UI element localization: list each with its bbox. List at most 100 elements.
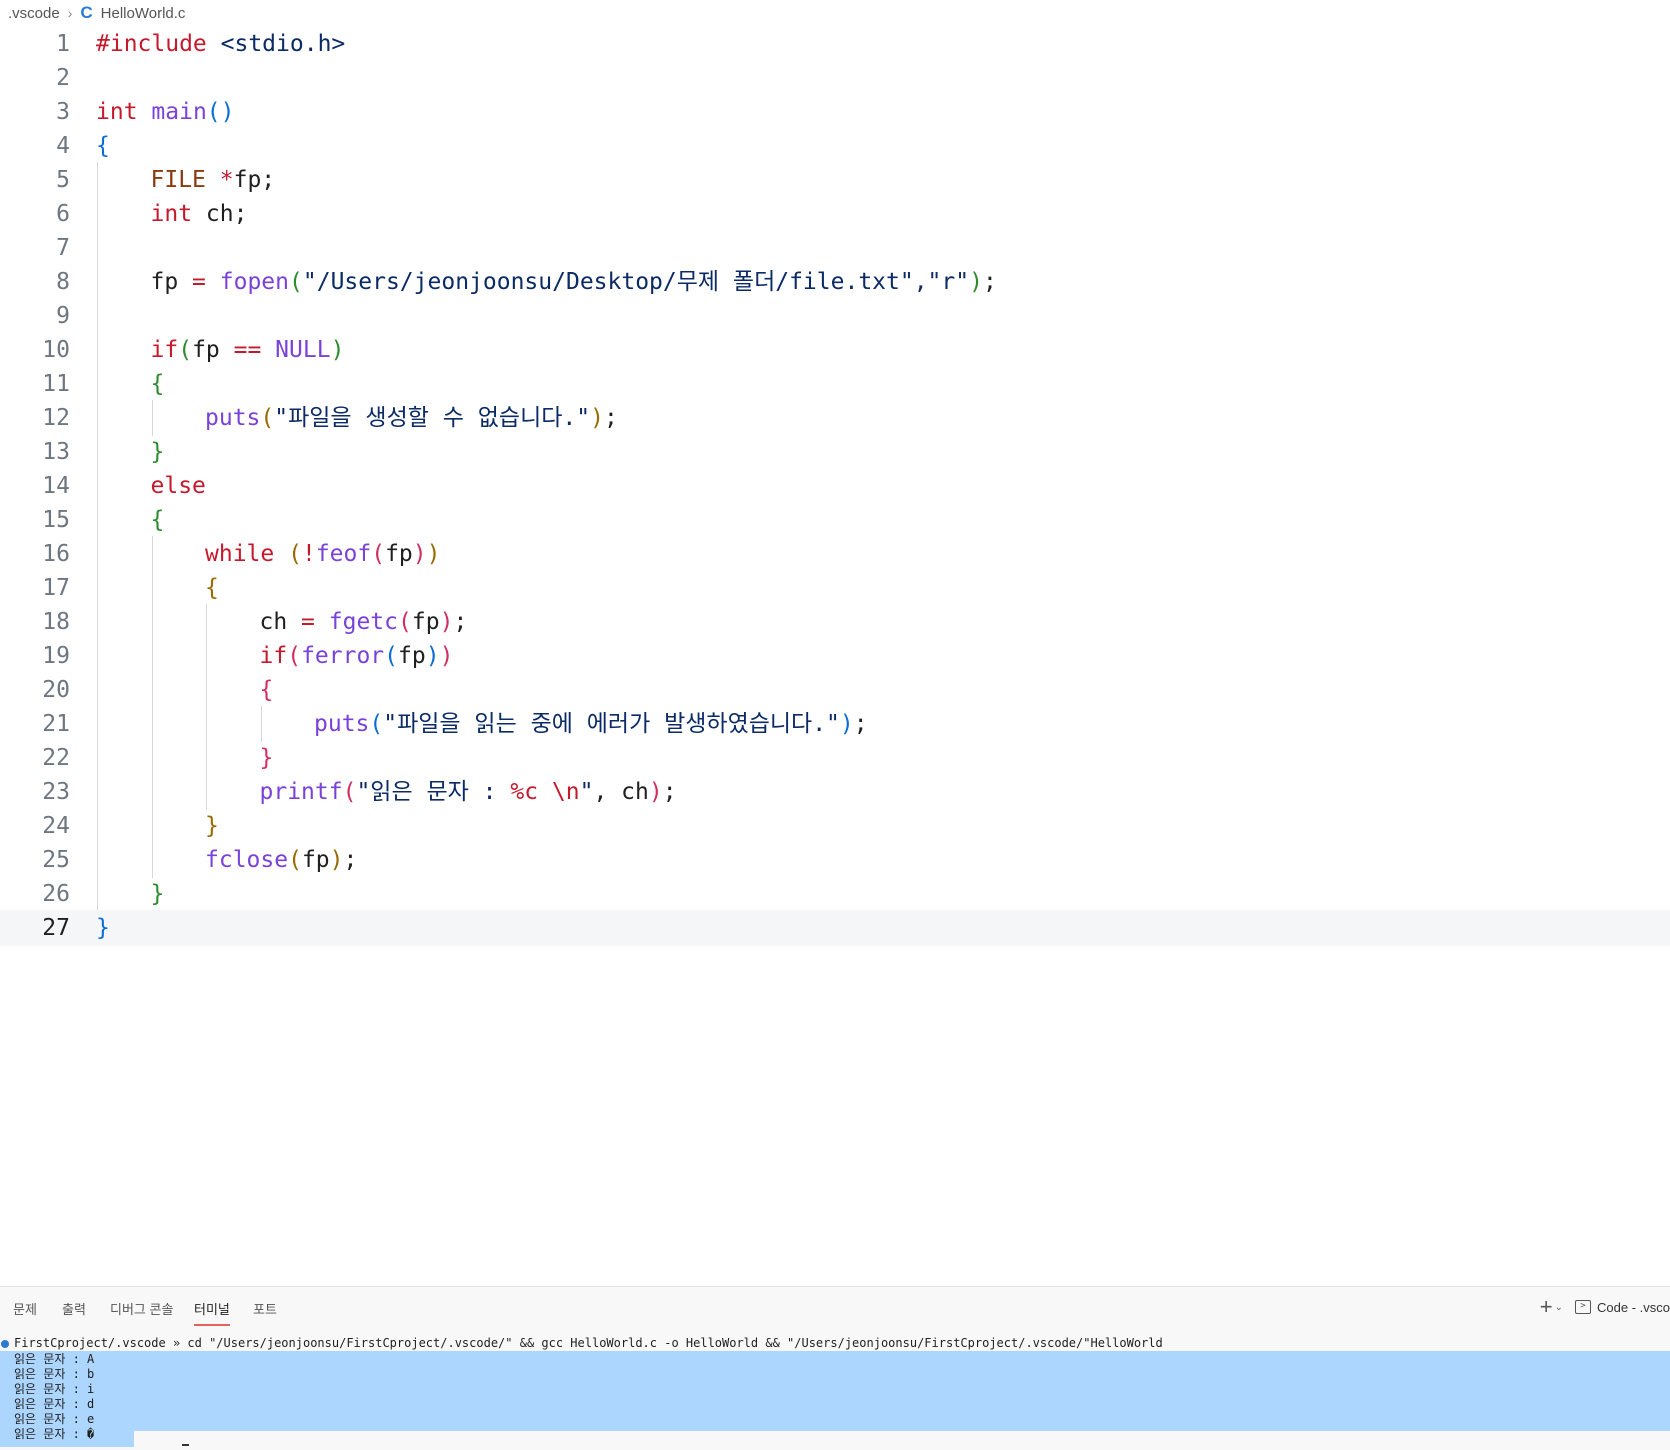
code-text: { (96, 128, 110, 164)
indent-guide (97, 434, 98, 470)
indent-guide (206, 706, 207, 742)
code-line[interactable]: 27} (0, 910, 1670, 946)
code-line[interactable]: 9 (0, 298, 1670, 334)
terminal-instance-label[interactable]: Code - .vsco (1597, 1300, 1670, 1315)
code-token: ) (329, 847, 344, 873)
indent-guide (97, 876, 98, 912)
code-token: ferror (301, 643, 385, 669)
code-text: { (205, 570, 219, 606)
indent-guide (151, 604, 153, 640)
code-token: ( (288, 541, 302, 567)
terminal-cursor (182, 1444, 189, 1446)
indent-guide (97, 536, 98, 572)
code-token: ; (603, 405, 618, 431)
code-line[interactable]: 12 puts("파일을 생성할 수 없습니다."); (0, 400, 1670, 436)
code-line[interactable]: 24} (0, 808, 1670, 844)
indent-guide (97, 162, 98, 198)
code-line[interactable]: 21 puts("파일을 읽는 중에 에러가 발생하였습니다."); (0, 706, 1670, 742)
code-line[interactable]: 5 FILE *fp; (0, 162, 1670, 198)
tab-problems[interactable]: 문제 (13, 1299, 37, 1324)
tab-output[interactable]: 출력 (62, 1299, 86, 1324)
indent-guide (97, 604, 98, 640)
code-token: ) (330, 337, 345, 363)
code-line[interactable]: 6 int ch; (0, 196, 1670, 232)
line-number: 20 (42, 677, 70, 703)
chevron-down-icon[interactable]: ⌄ (1555, 1302, 1563, 1313)
tab-terminal[interactable]: 터미널 (194, 1299, 230, 1326)
code-token: NULL (275, 337, 331, 363)
indent-guide (151, 808, 153, 844)
code-token: " (579, 779, 594, 805)
indent-guide (97, 570, 98, 606)
code-line[interactable]: 26} (0, 876, 1670, 912)
code-token: ) (590, 405, 604, 431)
code-line[interactable]: 11 { (0, 366, 1670, 402)
indent-guide (151, 400, 153, 436)
terminal-selection (0, 1351, 1670, 1431)
code-token: ; (982, 269, 997, 295)
code-text: } (205, 808, 219, 844)
code-text: { (151, 366, 165, 402)
code-line[interactable]: 20 { (0, 672, 1670, 708)
code-line[interactable]: 2 (0, 60, 1670, 96)
code-token: if (259, 643, 288, 669)
breadcrumb-folder[interactable]: .vscode (8, 5, 60, 22)
tab-debug-console[interactable]: 디버그 콘솔 (110, 1299, 173, 1324)
plus-icon[interactable]: + (1540, 1294, 1553, 1320)
indent-guide (97, 264, 98, 300)
code-token: ) (425, 643, 440, 669)
code-line[interactable]: 13} (0, 434, 1670, 470)
indent-guide (151, 536, 153, 572)
indent-guide (151, 740, 153, 776)
code-line[interactable]: 22} (0, 740, 1670, 776)
indent-guide (260, 706, 262, 742)
code-token: ) (412, 541, 427, 567)
code-text: if(fp == NULL) (151, 332, 345, 368)
code-line[interactable]: 25 fclose(fp); (0, 842, 1670, 878)
code-token: ( (371, 541, 386, 567)
line-number: 8 (56, 269, 70, 295)
indent-guide (97, 638, 98, 674)
line-number: 7 (56, 235, 70, 261)
code-line[interactable]: 23 printf("읽은 문자 : %c \n", ch); (0, 774, 1670, 810)
code-token: ( (384, 643, 399, 669)
code-token: ; (453, 609, 468, 635)
code-token: fp; (233, 167, 276, 193)
code-editor[interactable]: 1 #include <stdio.h> 2 3 int main() 4{5 FILE *… (0, 26, 1670, 998)
code-line[interactable]: 14 else (0, 468, 1670, 504)
code-token: "/Users/jeonjoonsu/Desktop/무제 폴더/file.tx… (302, 269, 970, 295)
code-token: fclose (205, 847, 289, 873)
indent-guide (97, 468, 98, 504)
line-number: 12 (42, 405, 70, 431)
code-line[interactable]: 16 while (!feof(fp)) (0, 536, 1670, 572)
code-line[interactable]: 3 int main() (0, 94, 1670, 130)
code-token: int (150, 201, 193, 227)
code-line[interactable]: 18 ch = fgetc(fp); (0, 604, 1670, 640)
code-line[interactable]: 7 (0, 230, 1670, 266)
code-line[interactable]: 8 fp = fopen("/Users/jeonjoonsu/Desktop/무… (0, 264, 1670, 300)
line-number: 17 (42, 575, 70, 601)
code-line[interactable]: 10 if(fp == NULL) (0, 332, 1670, 368)
indent-guide (97, 400, 98, 436)
code-token: if (150, 337, 179, 363)
code-line[interactable]: 4{ (0, 128, 1670, 164)
code-token: } (150, 439, 165, 465)
code-token: ; (662, 779, 677, 805)
indent-guide (151, 638, 153, 674)
tab-ports[interactable]: 포트 (253, 1299, 277, 1324)
breadcrumb-file[interactable]: HelloWorld.c (101, 5, 186, 22)
code-line[interactable]: 1 #include <stdio.h> (0, 26, 1670, 62)
code-token: ) (439, 609, 454, 635)
code-text: printf("읽은 문자 : %c \n", ch); (260, 774, 677, 810)
code-line[interactable]: 15 { (0, 502, 1670, 538)
code-token: ) (839, 711, 854, 737)
code-token: ) (648, 779, 663, 805)
line-number: 10 (42, 337, 70, 363)
code-token: "파일을 생성할 수 없습니다." (274, 405, 591, 431)
code-line[interactable]: 19 if(ferror(fp)) (0, 638, 1670, 674)
code-line[interactable]: 17 { (0, 570, 1670, 606)
